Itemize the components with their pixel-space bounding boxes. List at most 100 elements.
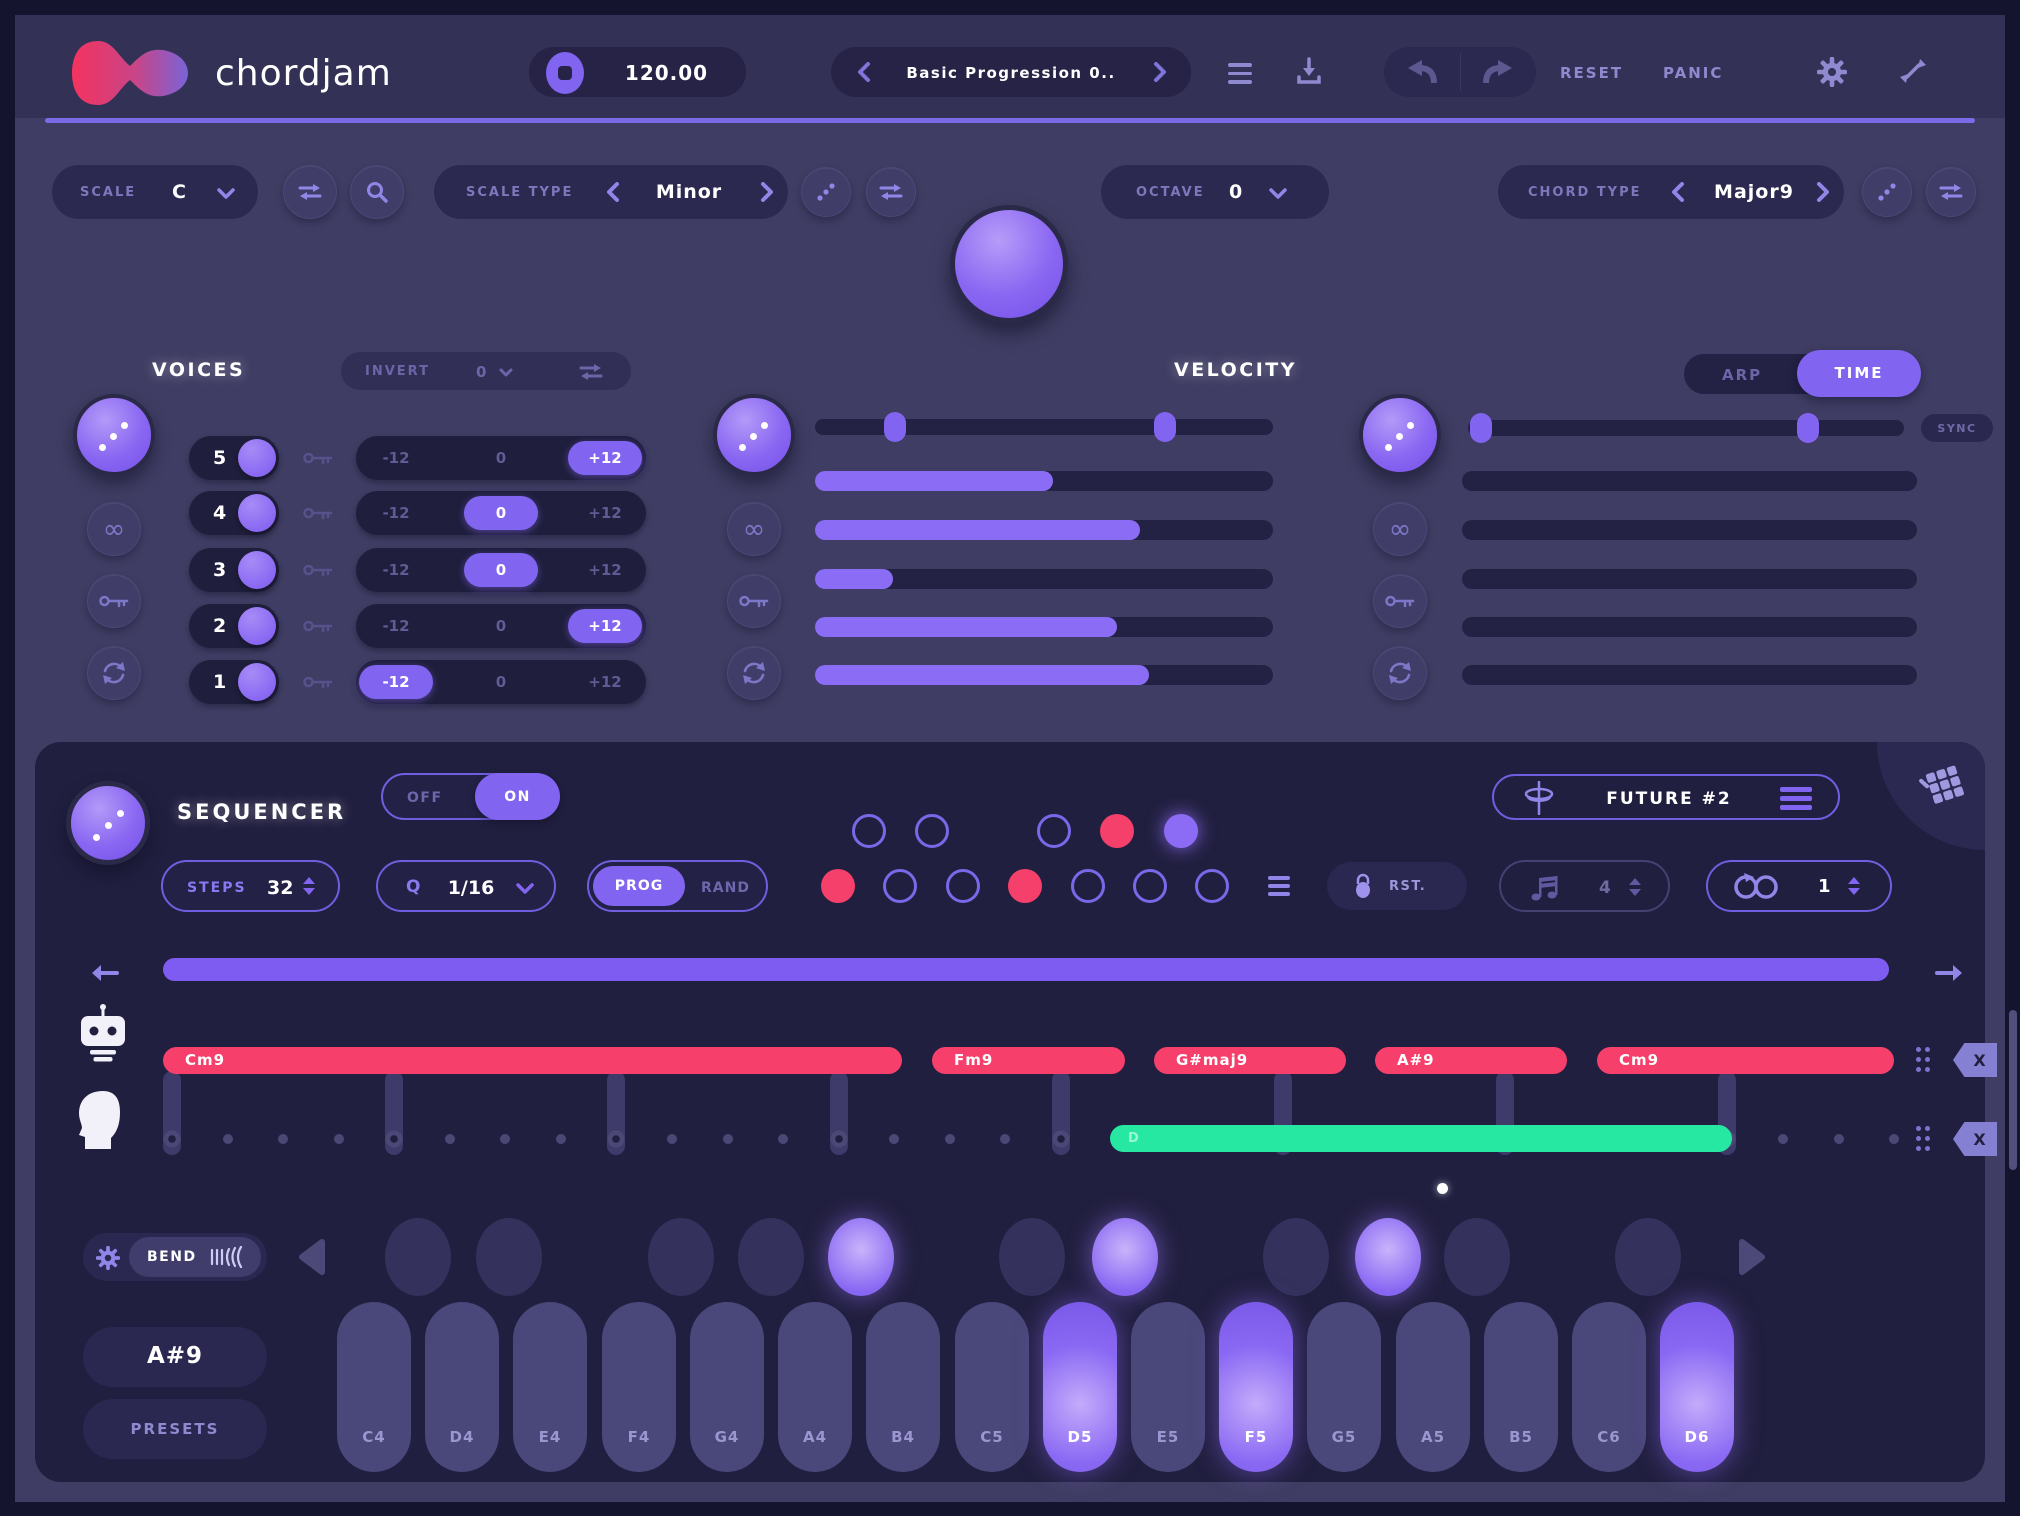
voice-toggle[interactable]: 1 bbox=[189, 660, 279, 704]
voice-toggle[interactable]: 2 bbox=[189, 604, 279, 648]
main-knob[interactable] bbox=[950, 205, 1068, 323]
tempo-control[interactable]: 120.00 bbox=[529, 47, 746, 97]
timeline-bar[interactable] bbox=[163, 958, 1889, 981]
velocity-bar[interactable] bbox=[815, 617, 1273, 637]
time-bar[interactable] bbox=[1462, 665, 1917, 685]
range-handle[interactable] bbox=[1470, 413, 1492, 443]
range-handle[interactable] bbox=[884, 412, 906, 442]
chord-type-next-icon[interactable] bbox=[1816, 182, 1830, 202]
time-bar[interactable] bbox=[1462, 617, 1917, 637]
infinity-button[interactable]: ∞ bbox=[1373, 502, 1427, 556]
velocity-bar[interactable] bbox=[815, 665, 1273, 685]
pattern-step[interactable] bbox=[1195, 869, 1229, 903]
beat-dot[interactable] bbox=[500, 1134, 510, 1144]
lane-drag-handle[interactable] bbox=[1916, 1126, 1932, 1152]
voice-transpose[interactable]: -120+12 bbox=[356, 491, 646, 535]
transpose-option[interactable]: 0 bbox=[464, 496, 538, 530]
voice-transpose[interactable]: -120+12 bbox=[356, 548, 646, 592]
voice-transpose[interactable]: -120+12 bbox=[356, 660, 646, 704]
transpose-option[interactable]: -12 bbox=[382, 561, 409, 579]
save-download-icon[interactable] bbox=[1296, 57, 1322, 85]
sequencer-random-ball[interactable] bbox=[66, 781, 150, 865]
rate-control[interactable]: 4 bbox=[1499, 860, 1670, 912]
piano-key[interactable]: D4 bbox=[425, 1302, 499, 1472]
timeline-right-arrow[interactable] bbox=[1935, 962, 1963, 984]
lane-delete-button[interactable]: X bbox=[1953, 1122, 1997, 1156]
sequencer-power-toggle[interactable]: OFF ON bbox=[381, 773, 558, 820]
chord-block[interactable]: Fm9 bbox=[932, 1047, 1125, 1074]
sequencer-preset-menu-icon[interactable] bbox=[1780, 787, 1812, 810]
scale-type-selector[interactable]: SCALE TYPE Minor bbox=[434, 165, 788, 219]
voice-on-knob[interactable] bbox=[238, 439, 276, 477]
infinity-button[interactable]: ∞ bbox=[87, 502, 141, 556]
tempo-stop-icon[interactable] bbox=[546, 52, 584, 94]
piano-key[interactable]: A4 bbox=[778, 1302, 852, 1472]
preset-selector[interactable]: Basic Progression 0.. bbox=[831, 47, 1191, 97]
undo-button[interactable] bbox=[1384, 47, 1460, 97]
beat-dot[interactable] bbox=[667, 1134, 677, 1144]
chord-block[interactable]: G#maj9 bbox=[1154, 1047, 1346, 1074]
prog-rand-toggle[interactable]: PROG RAND bbox=[587, 860, 768, 912]
beat-dot[interactable] bbox=[945, 1134, 955, 1144]
scale-swap-button[interactable] bbox=[283, 165, 337, 219]
beat-dot[interactable] bbox=[1889, 1134, 1899, 1144]
scale-detect-button[interactable] bbox=[350, 165, 404, 219]
beat-dot[interactable] bbox=[1000, 1134, 1010, 1144]
prog-option[interactable]: PROG bbox=[593, 866, 685, 906]
chord-type-random-button[interactable] bbox=[1862, 167, 1912, 217]
cycle-button[interactable] bbox=[727, 646, 781, 700]
scale-type-random-button[interactable] bbox=[801, 167, 851, 217]
chord-block[interactable]: Cm9 bbox=[163, 1047, 902, 1074]
chord-type-swap-button[interactable] bbox=[1926, 167, 1976, 217]
robot-lane-icon[interactable] bbox=[77, 1004, 129, 1062]
beat-dot[interactable] bbox=[778, 1134, 788, 1144]
piano-key[interactable]: C5 bbox=[955, 1302, 1029, 1472]
voice-toggle[interactable]: 5 bbox=[189, 436, 279, 480]
beat-dot[interactable] bbox=[723, 1134, 733, 1144]
preset-next-icon[interactable] bbox=[1153, 62, 1167, 82]
voice-toggle[interactable]: 3 bbox=[189, 548, 279, 592]
piano-key[interactable]: E5 bbox=[1131, 1302, 1205, 1472]
beat-dot[interactable] bbox=[1052, 1131, 1069, 1148]
beat-dot[interactable] bbox=[608, 1131, 625, 1148]
page-indicator-dot[interactable] bbox=[1437, 1183, 1448, 1194]
note-pad[interactable] bbox=[999, 1218, 1065, 1296]
note-pad[interactable] bbox=[1092, 1218, 1158, 1296]
cycle-button[interactable] bbox=[87, 646, 141, 700]
bend-pill[interactable]: BEND bbox=[129, 1237, 261, 1277]
time-bar[interactable] bbox=[1462, 520, 1917, 540]
range-handle[interactable] bbox=[1154, 412, 1176, 442]
lane-drag-handle[interactable] bbox=[1916, 1047, 1932, 1073]
scale-selector[interactable]: SCALE C bbox=[52, 165, 258, 219]
piano-key[interactable]: A5 bbox=[1396, 1302, 1470, 1472]
bend-control[interactable]: BEND bbox=[83, 1233, 267, 1281]
pads-next-arrow[interactable] bbox=[1737, 1238, 1767, 1276]
pattern-step[interactable] bbox=[1071, 869, 1105, 903]
infinity-button[interactable]: ∞ bbox=[727, 502, 781, 556]
cycle-button[interactable] bbox=[1373, 646, 1427, 700]
key-lock-button[interactable] bbox=[1373, 574, 1427, 628]
note-pad[interactable] bbox=[476, 1218, 542, 1296]
piano-key[interactable]: G5 bbox=[1307, 1302, 1381, 1472]
scale-type-prev-icon[interactable] bbox=[606, 182, 620, 202]
transpose-option[interactable]: +12 bbox=[568, 609, 642, 643]
scale-type-swap-button[interactable] bbox=[866, 167, 916, 217]
time-bar[interactable] bbox=[1462, 569, 1917, 589]
loop-control[interactable]: 1 bbox=[1706, 860, 1892, 912]
transpose-option[interactable]: -12 bbox=[382, 504, 409, 522]
pattern-step[interactable] bbox=[1037, 814, 1071, 848]
beat-dot[interactable] bbox=[164, 1131, 181, 1148]
voice-toggle[interactable]: 4 bbox=[189, 491, 279, 535]
pattern-step[interactable] bbox=[1164, 814, 1198, 848]
voice-transpose[interactable]: -120+12 bbox=[356, 604, 646, 648]
pattern-menu-icon[interactable] bbox=[1268, 876, 1290, 896]
note-pad[interactable] bbox=[738, 1218, 804, 1296]
on-option[interactable]: ON bbox=[475, 773, 560, 820]
invert-control[interactable]: INVERT 0 bbox=[341, 352, 631, 390]
pattern-step[interactable] bbox=[1008, 869, 1042, 903]
beat-dot[interactable] bbox=[1834, 1134, 1844, 1144]
pattern-step[interactable] bbox=[1100, 814, 1134, 848]
scale-type-next-icon[interactable] bbox=[760, 182, 774, 202]
lane-delete-button[interactable]: X bbox=[1953, 1043, 1997, 1077]
timeline-left-arrow[interactable] bbox=[91, 962, 119, 984]
